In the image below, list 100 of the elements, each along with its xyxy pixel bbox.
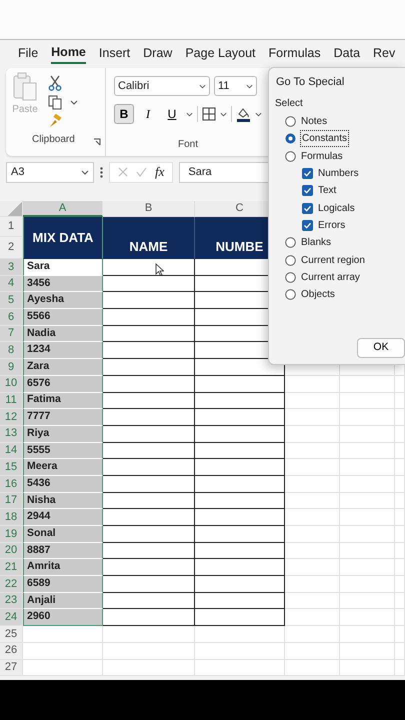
table-cell[interactable]: 2944 bbox=[23, 509, 103, 526]
radio-button[interactable] bbox=[285, 116, 296, 128]
brush-icon[interactable] bbox=[48, 114, 62, 128]
option-label[interactable]: Logicals bbox=[318, 200, 355, 216]
table-cell[interactable]: 2960 bbox=[23, 609, 103, 626]
row-header[interactable]: 14 bbox=[0, 442, 23, 460]
row-header[interactable]: 15 bbox=[0, 459, 23, 476]
option-label[interactable]: Objects bbox=[301, 287, 335, 302]
table-cell[interactable]: Zara bbox=[23, 359, 103, 376]
fill-color-icon[interactable] bbox=[236, 106, 262, 122]
font-size-dropdown[interactable]: 11 bbox=[214, 76, 257, 96]
table-cell[interactable]: Nadia bbox=[23, 326, 103, 342]
ribbon-tab[interactable]: Rev bbox=[373, 44, 396, 62]
ribbon-tab[interactable]: Draw bbox=[143, 44, 172, 62]
table-cell[interactable] bbox=[103, 276, 195, 292]
checkbox[interactable] bbox=[302, 185, 313, 196]
enter-icon[interactable] bbox=[136, 167, 147, 177]
table-cell[interactable] bbox=[195, 409, 285, 426]
option-label[interactable]: Current region bbox=[301, 252, 365, 268]
borders-icon[interactable] bbox=[202, 107, 227, 121]
table-cell[interactable] bbox=[103, 526, 195, 543]
row-header[interactable]: 2 bbox=[0, 237, 23, 259]
table-cell[interactable] bbox=[195, 442, 285, 460]
table-cell[interactable]: Meera bbox=[23, 459, 103, 476]
checkbox[interactable] bbox=[302, 202, 313, 214]
row-header[interactable]: 18 bbox=[0, 509, 23, 526]
table-cell[interactable] bbox=[103, 359, 195, 376]
column-header[interactable]: A bbox=[23, 201, 103, 217]
option-label[interactable]: Text bbox=[318, 183, 336, 198]
row-header[interactable]: 21 bbox=[0, 559, 23, 576]
table-cell[interactable] bbox=[103, 542, 195, 560]
row-header[interactable]: 24 bbox=[0, 609, 23, 626]
table-cell[interactable]: Sonal bbox=[23, 526, 103, 543]
table-cell[interactable] bbox=[103, 609, 195, 626]
row-header[interactable]: 19 bbox=[0, 526, 23, 543]
table-cell[interactable] bbox=[103, 476, 195, 493]
table-cell[interactable] bbox=[195, 476, 285, 493]
row-header[interactable]: 5 bbox=[0, 292, 23, 310]
row-header[interactable]: 11 bbox=[0, 392, 23, 410]
option-label[interactable]: Blanks bbox=[301, 235, 332, 250]
format-button[interactable]: I bbox=[138, 104, 158, 124]
table-cell[interactable]: Fatima bbox=[23, 392, 103, 410]
table-cell[interactable] bbox=[103, 426, 195, 443]
table-cell[interactable] bbox=[103, 509, 195, 526]
table-cell[interactable] bbox=[195, 609, 285, 626]
cancel-icon[interactable] bbox=[118, 167, 128, 177]
ok-button[interactable]: OK bbox=[357, 338, 405, 358]
table-cell[interactable] bbox=[195, 559, 285, 576]
table-cell[interactable] bbox=[103, 576, 195, 593]
table-cell[interactable] bbox=[103, 342, 195, 360]
table-cell[interactable] bbox=[103, 259, 195, 276]
radio-button[interactable] bbox=[285, 133, 296, 144]
radio-button[interactable] bbox=[285, 254, 296, 266]
row-header[interactable]: 9 bbox=[0, 359, 23, 376]
option-label[interactable]: Constants bbox=[301, 131, 348, 146]
ribbon-tab[interactable]: Formulas bbox=[268, 44, 321, 62]
row-header[interactable]: 4 bbox=[0, 276, 23, 292]
table-cell[interactable]: 6576 bbox=[23, 376, 103, 392]
table-cell[interactable]: 8887 bbox=[23, 542, 103, 560]
table-cell[interactable] bbox=[195, 592, 285, 610]
table-cell[interactable] bbox=[103, 376, 195, 392]
ribbon-tab[interactable]: Insert bbox=[98, 44, 130, 62]
table-cell[interactable] bbox=[195, 459, 285, 476]
table-cell[interactable] bbox=[103, 442, 195, 460]
table-cell[interactable] bbox=[103, 326, 195, 342]
table-cell[interactable] bbox=[103, 492, 195, 510]
table-cell[interactable]: 1234 bbox=[23, 342, 103, 360]
select-all-button[interactable] bbox=[0, 201, 23, 217]
table-cell[interactable]: Anjali bbox=[23, 592, 103, 610]
radio-button[interactable] bbox=[285, 237, 296, 248]
table-cell[interactable]: Riya bbox=[23, 426, 103, 443]
table-cell[interactable] bbox=[195, 376, 285, 392]
row-header[interactable]: 20 bbox=[0, 542, 23, 560]
row-header[interactable]: 13 bbox=[0, 426, 23, 443]
font-name-dropdown[interactable]: Calibri bbox=[114, 76, 210, 96]
table-cell[interactable]: Sara bbox=[23, 259, 103, 276]
copy-icon[interactable] bbox=[48, 95, 62, 110]
table-cell[interactable]: Amrita bbox=[23, 559, 103, 576]
row-header[interactable]: 26 bbox=[0, 642, 23, 660]
insert-function-button[interactable]: fx bbox=[155, 162, 164, 182]
option-label[interactable]: Errors bbox=[318, 218, 346, 233]
option-label[interactable]: Current array bbox=[301, 270, 360, 285]
table-cell[interactable] bbox=[103, 592, 195, 610]
ribbon-tab[interactable]: File bbox=[18, 44, 38, 62]
table-cell[interactable]: Nisha bbox=[23, 492, 103, 510]
table-cell[interactable] bbox=[195, 509, 285, 526]
row-header[interactable]: 6 bbox=[0, 309, 23, 326]
table-cell[interactable]: Ayesha bbox=[23, 292, 103, 310]
format-button[interactable]: B bbox=[114, 104, 134, 124]
caret-icon[interactable] bbox=[70, 100, 78, 105]
radio-button[interactable] bbox=[285, 272, 296, 283]
ribbon-tab[interactable]: Data bbox=[334, 44, 360, 62]
table-cell[interactable] bbox=[103, 559, 195, 576]
option-label[interactable]: Formulas bbox=[301, 148, 343, 164]
table-cell[interactable] bbox=[195, 426, 285, 443]
name-box[interactable]: A3 bbox=[6, 162, 94, 182]
row-header[interactable]: 27 bbox=[0, 660, 23, 676]
table-cell[interactable] bbox=[195, 576, 285, 593]
row-header[interactable]: 7 bbox=[0, 326, 23, 342]
row-header[interactable]: 8 bbox=[0, 342, 23, 360]
